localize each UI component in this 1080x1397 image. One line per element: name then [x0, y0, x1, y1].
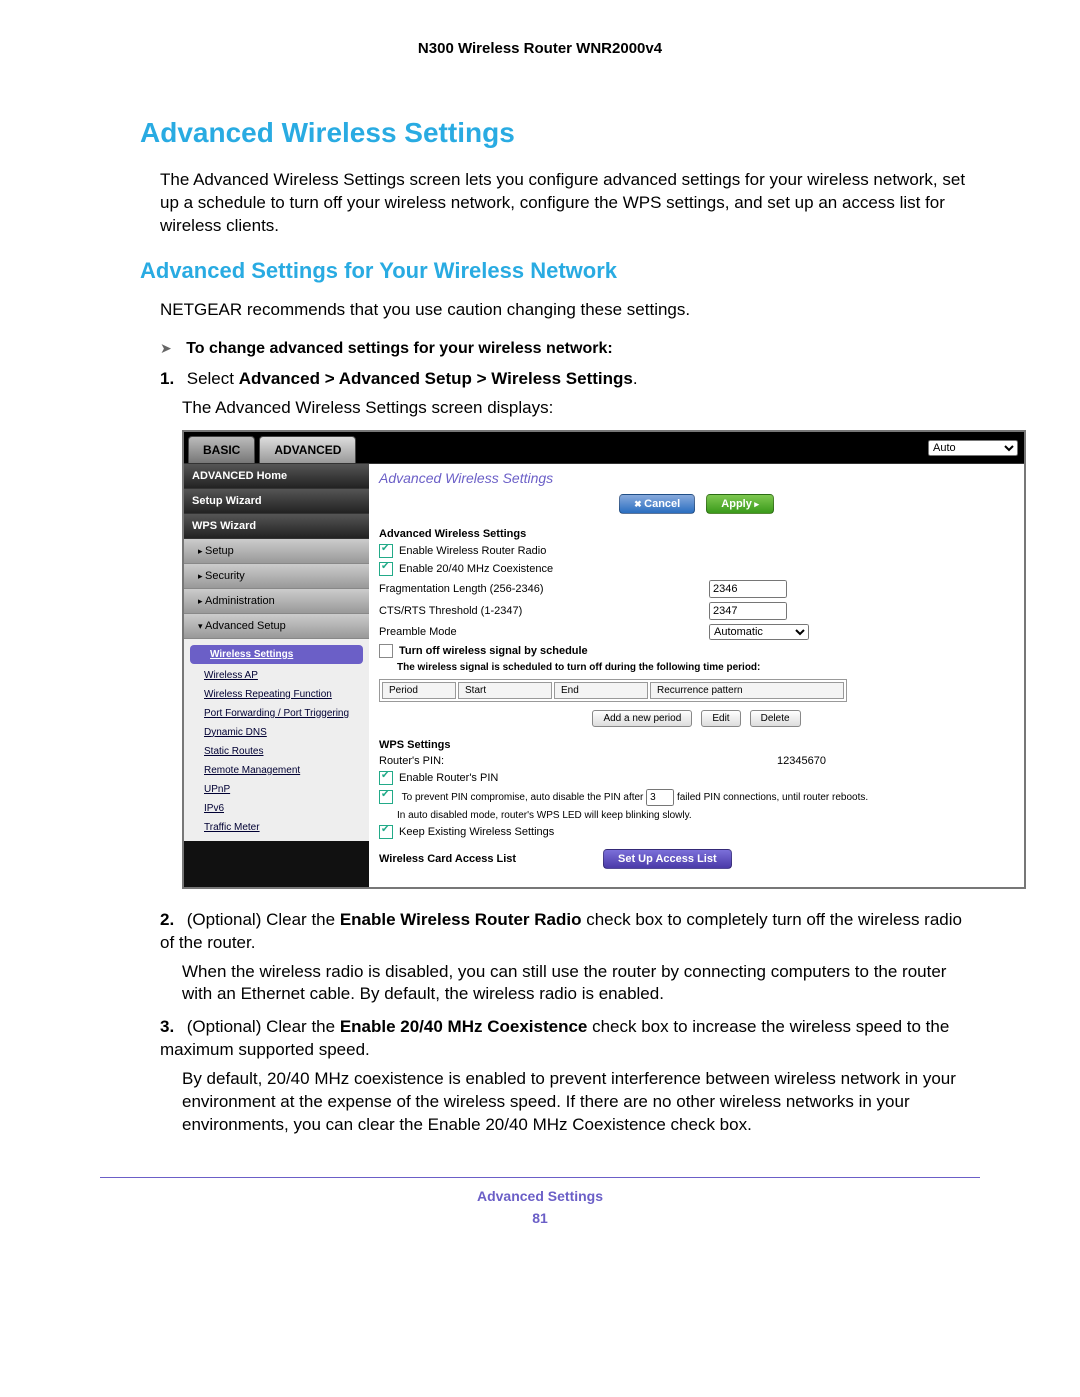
step-1-after: The Advanced Wireless Settings screen di… — [182, 397, 980, 420]
edit-period-button[interactable]: Edit — [701, 710, 740, 727]
sidebar-item-traffic-meter[interactable]: Traffic Meter — [184, 818, 369, 837]
sidebar-item-wireless-repeating[interactable]: Wireless Repeating Function — [184, 685, 369, 704]
cancel-button[interactable]: Cancel — [619, 494, 695, 514]
cts-label: CTS/RTS Threshold (1-2347) — [379, 605, 589, 617]
step-number: 1. — [160, 368, 182, 391]
sidebar-security[interactable]: Security — [184, 564, 369, 589]
apply-button[interactable]: Apply — [706, 494, 774, 514]
pin-led-note: In auto disabled mode, router's WPS LED … — [369, 808, 1024, 823]
pin-fail-count-input[interactable] — [646, 789, 674, 806]
sidebar-item-ipv6[interactable]: IPv6 — [184, 799, 369, 818]
step-3-after: By default, 20/40 MHz coexistence is ena… — [182, 1068, 980, 1137]
sidebar-advanced-home[interactable]: ADVANCED Home — [184, 464, 369, 489]
checkbox-enable-radio[interactable] — [379, 544, 393, 558]
step-2-after: When the wireless radio is disabled, you… — [182, 961, 980, 1007]
router-ui-screenshot: BASIC ADVANCED Auto ADVANCED Home Setup … — [182, 430, 1026, 889]
step-2: 2. (Optional) Clear the Enable Wireless … — [160, 909, 980, 955]
sidebar-wps-wizard[interactable]: WPS Wizard — [184, 514, 369, 539]
tab-basic[interactable]: BASIC — [188, 436, 255, 463]
section-h1: Advanced Wireless Settings — [100, 117, 980, 149]
section-access-list: Wireless Card Access List — [379, 853, 599, 865]
doc-header: N300 Wireless Router WNR2000v4 — [100, 40, 980, 57]
triangle-bullet-icon: ➤ — [160, 340, 172, 356]
sidebar-item-port-forwarding[interactable]: Port Forwarding / Port Triggering — [184, 704, 369, 723]
sidebar-setup[interactable]: Setup — [184, 539, 369, 564]
th-start: Start — [458, 682, 552, 699]
router-pin-value: 12345670 — [589, 755, 1014, 767]
auto-select[interactable]: Auto — [928, 438, 1018, 456]
footer-label: Advanced Settings — [100, 1188, 980, 1204]
cts-input[interactable] — [709, 602, 787, 620]
th-recurrence: Recurrence pattern — [650, 682, 844, 699]
sidebar-item-wireless-settings[interactable]: Wireless Settings — [190, 645, 363, 664]
frag-input[interactable] — [709, 580, 787, 598]
frag-label: Fragmentation Length (256-2346) — [379, 583, 589, 595]
step-number: 2. — [160, 909, 182, 932]
sidebar: ADVANCED Home Setup Wizard WPS Wizard Se… — [184, 464, 369, 887]
checkbox-schedule[interactable] — [379, 644, 393, 658]
sidebar-item-remote-management[interactable]: Remote Management — [184, 761, 369, 780]
preamble-label: Preamble Mode — [379, 626, 589, 638]
preamble-select[interactable]: Automatic — [709, 624, 809, 640]
th-period: Period — [382, 682, 456, 699]
schedule-table: Period Start End Recurrence pattern — [379, 679, 847, 702]
caution-text: NETGEAR recommends that you use caution … — [160, 299, 980, 322]
sidebar-item-static-routes[interactable]: Static Routes — [184, 742, 369, 761]
checkbox-enable-coexistence[interactable] — [379, 562, 393, 576]
section-wps: WPS Settings — [369, 735, 1024, 753]
schedule-note: The wireless signal is scheduled to turn… — [369, 660, 1024, 675]
task-lead: ➤ To change advanced settings for your w… — [160, 340, 980, 358]
th-end: End — [554, 682, 648, 699]
sidebar-setup-wizard[interactable]: Setup Wizard — [184, 489, 369, 514]
panel-title: Advanced Wireless Settings — [369, 464, 1024, 492]
step-3: 3. (Optional) Clear the Enable 20/40 MHz… — [160, 1016, 980, 1062]
sidebar-advanced-setup[interactable]: Advanced Setup — [184, 614, 369, 639]
task-lead-text: To change advanced settings for your wir… — [186, 340, 612, 357]
checkbox-auto-disable-pin[interactable] — [379, 790, 393, 804]
checkbox-keep-existing[interactable] — [379, 825, 393, 839]
checkbox-enable-pin[interactable] — [379, 771, 393, 785]
router-pin-label: Router's PIN: — [379, 755, 589, 767]
pin-compromise-note: To prevent PIN compromise, auto disable … — [369, 787, 1024, 808]
delete-period-button[interactable]: Delete — [750, 710, 801, 727]
step-1: 1. Select Advanced > Advanced Setup > Wi… — [160, 368, 980, 391]
tab-advanced[interactable]: ADVANCED — [259, 436, 356, 463]
sidebar-item-wireless-ap[interactable]: Wireless AP — [184, 666, 369, 685]
section-h2: Advanced Settings for Your Wireless Netw… — [100, 258, 980, 284]
step-number: 3. — [160, 1016, 182, 1039]
section-adv-wireless: Advanced Wireless Settings — [369, 524, 1024, 542]
intro-paragraph: The Advanced Wireless Settings screen le… — [160, 169, 980, 238]
sidebar-item-upnp[interactable]: UPnP — [184, 780, 369, 799]
footer-page-number: 81 — [100, 1210, 980, 1226]
add-period-button[interactable]: Add a new period — [592, 710, 692, 727]
footer-rule — [100, 1177, 980, 1178]
sidebar-item-dynamic-dns[interactable]: Dynamic DNS — [184, 723, 369, 742]
setup-access-list-button[interactable]: Set Up Access List — [603, 849, 732, 869]
main-panel: Advanced Wireless Settings Cancel Apply … — [369, 464, 1024, 887]
sidebar-administration[interactable]: Administration — [184, 589, 369, 614]
